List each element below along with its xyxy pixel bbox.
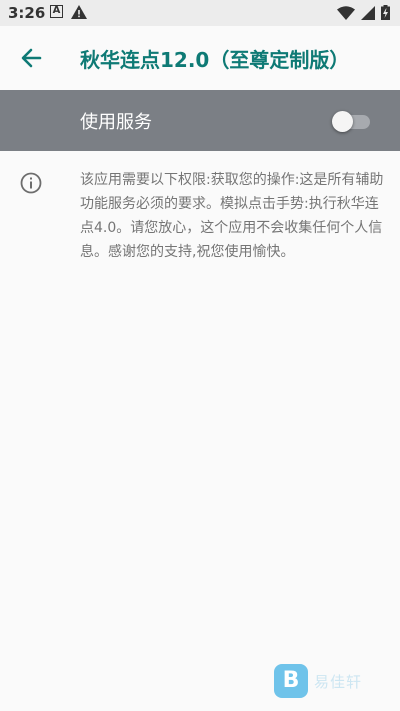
use-service-label: 使用服务 (80, 112, 152, 133)
system-icons (337, 5, 390, 20)
signal-icon (361, 5, 375, 20)
status-bar: 3:26 A (0, 0, 400, 26)
watermark: B 易佳轩 (274, 664, 362, 698)
warning-icon (71, 5, 87, 19)
a-icon: A (50, 5, 63, 18)
battery-icon (381, 5, 390, 20)
permission-description: 该应用需要以下权限:获取您的操作:这是所有辅助功能服务必须的要求。模拟点击手势:… (80, 172, 384, 260)
status-time: 3:26 (8, 4, 46, 22)
watermark-logo: B (274, 664, 308, 698)
watermark-text: 易佳轩 (314, 672, 363, 691)
page-title: 秋华连点12.0（至尊定制版） (80, 48, 350, 72)
use-service-row[interactable]: 使用服务 (0, 90, 400, 151)
info-icon (20, 172, 42, 194)
back-button[interactable] (18, 43, 46, 73)
wifi-icon (337, 5, 355, 20)
switch-thumb (332, 111, 353, 132)
arrow-left-icon (21, 48, 42, 68)
notification-icons: A (50, 5, 87, 19)
app-bar: 秋华连点12.0（至尊定制版） (0, 26, 400, 90)
use-service-switch[interactable] (332, 110, 372, 132)
